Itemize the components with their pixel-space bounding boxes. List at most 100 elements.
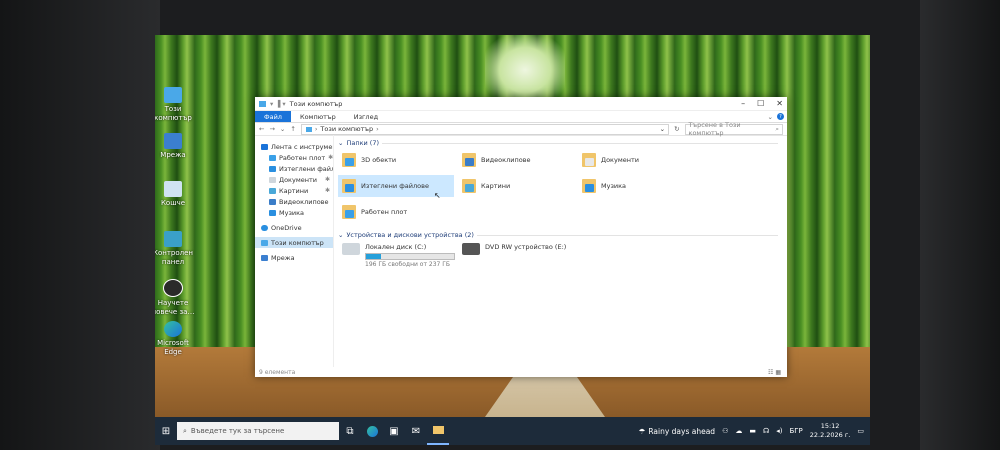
- folder-icon: [342, 153, 356, 167]
- breadcrumb-this-pc[interactable]: Този компютър: [320, 125, 373, 133]
- refresh-icon[interactable]: ↻: [674, 125, 679, 133]
- people-icon[interactable]: ⚇: [722, 427, 728, 435]
- network-icon: [164, 133, 182, 149]
- start-button[interactable]: ⊞: [155, 417, 177, 445]
- nav-item-downloads[interactable]: Изтеглени файлове✱: [255, 163, 333, 174]
- drive-dvd-e[interactable]: DVD RW устройство (E:): [462, 243, 566, 255]
- folder-3d-objects[interactable]: 3D обекти: [338, 149, 454, 171]
- nav-item-pictures[interactable]: Картини ✱: [255, 185, 333, 196]
- folder-music[interactable]: Музика: [578, 175, 694, 197]
- input-language[interactable]: БГР: [789, 427, 802, 435]
- nav-item-quick-access[interactable]: Лента с инструменти: [255, 141, 333, 152]
- taskbar-search-placeholder: Въведете тук за търсене: [190, 427, 285, 435]
- nav-item-label: Изтеглени файлове: [279, 164, 333, 173]
- nav-item-network[interactable]: Мрежа: [255, 252, 333, 263]
- group-title: Папки (7): [346, 139, 379, 147]
- back-arrow-icon[interactable]: ←: [259, 125, 264, 133]
- windows-logo-icon: ⊞: [161, 425, 171, 437]
- forward-arrow-icon[interactable]: →: [269, 125, 274, 133]
- folders-group-header[interactable]: ⌄ Папки (7): [338, 139, 778, 147]
- help-icon[interactable]: ?: [777, 113, 784, 120]
- folder-label: Изтеглени файлове: [361, 182, 429, 190]
- title-bar[interactable]: ▾ ▐ ▾ Този компютър – ☐ ✕: [255, 97, 787, 111]
- chevron-down-icon: ⌄: [338, 231, 344, 239]
- tray-icon[interactable]: ▬: [749, 427, 756, 435]
- clock[interactable]: 15:12 22.2.2026 г.: [810, 422, 851, 440]
- close-button[interactable]: ✕: [776, 99, 783, 108]
- navigation-pane[interactable]: Лента с инструменти Работен плот✱ Изтегл…: [255, 135, 334, 367]
- screen-bezel-left: [0, 0, 160, 450]
- file-explorer-taskbar-icon[interactable]: [427, 417, 449, 445]
- drive-free-space: 196 ГБ свободни от 237 ГБ: [365, 261, 451, 268]
- edge-taskbar-icon[interactable]: [361, 417, 383, 445]
- nav-item-videos[interactable]: Видеоклипове: [255, 196, 333, 207]
- onedrive-tray-icon[interactable]: ☁: [735, 427, 742, 435]
- weather-text: Rainy days ahead: [648, 426, 716, 436]
- taskbar: ⊞ ⌕ Въведете тук за търсене ⧉ ▣ ✉ ☂ Rain…: [155, 417, 870, 445]
- folder-label: Видеоклипове: [481, 156, 531, 164]
- downloads-icon: [345, 184, 354, 192]
- folder-desktop[interactable]: Работен плот: [338, 201, 454, 223]
- nav-item-label: Лента с инструменти: [271, 142, 333, 151]
- quick-access-toolbar-icon[interactable]: ▾ ▐ ▾: [270, 100, 286, 108]
- chevron-down-icon[interactable]: ⌄: [768, 113, 773, 121]
- pictures-icon: [465, 184, 474, 192]
- recent-chevron-icon[interactable]: ⌄: [280, 125, 285, 133]
- pictures-icon: [269, 187, 276, 194]
- maximize-button[interactable]: ☐: [757, 99, 764, 108]
- desktop-icon-label: Microsoft Edge: [157, 339, 189, 356]
- folder-videos[interactable]: Видеоклипове: [458, 149, 574, 171]
- content-pane[interactable]: ⌄ Папки (7) 3D обекти Видеоклипове Докум…: [334, 135, 787, 367]
- task-view-icon[interactable]: ⧉: [339, 417, 361, 445]
- folder-icon: [582, 153, 596, 167]
- breadcrumb-chevron-icon: ›: [314, 125, 318, 133]
- weather-widget[interactable]: ☂ Rainy days ahead: [639, 427, 715, 436]
- rain-cloud-icon: ☂: [638, 426, 646, 436]
- documents-icon: [269, 176, 276, 183]
- nav-item-this-pc[interactable]: Този компютър: [255, 237, 333, 248]
- address-input[interactable]: › Този компютър › ⌄: [300, 123, 670, 135]
- drives-group-header[interactable]: ⌄ Устройства и дискови устройства (2): [338, 231, 778, 239]
- window-title: Този компютър: [289, 99, 343, 108]
- recycle-bin-icon: [164, 181, 182, 197]
- desktop-icon-learn-more[interactable]: Научете повече за…: [155, 279, 197, 317]
- folder-label: Документи: [601, 156, 639, 164]
- desktop-icon-recycle-bin[interactable]: Кошче: [155, 181, 197, 208]
- up-arrow-icon[interactable]: ↑: [290, 125, 295, 133]
- chevron-down-icon: ⌄: [338, 139, 344, 147]
- view-toggle-icons[interactable]: ☷ ▦: [768, 369, 781, 376]
- desktop-icon-edge[interactable]: Microsoft Edge: [155, 321, 197, 357]
- drive-local-c[interactable]: Локален диск (C:) 196 ГБ свободни от 237…: [342, 243, 455, 268]
- nav-item-documents[interactable]: Документи ✱: [255, 174, 333, 185]
- search-input[interactable]: Търсене в Този компютър ⌕: [684, 121, 783, 137]
- tab-view[interactable]: Изглед: [345, 111, 387, 122]
- folder-pictures[interactable]: Картини: [458, 175, 574, 197]
- taskbar-search-input[interactable]: ⌕ Въведете тук за търсене: [177, 422, 339, 440]
- desktop-icon-network[interactable]: Мрежа: [155, 133, 197, 160]
- nav-item-desktop[interactable]: Работен плот ✱: [255, 152, 333, 163]
- network-icon: [261, 254, 268, 261]
- status-item-count: 9 елемента: [259, 369, 296, 376]
- system-tray: ☂ Rainy days ahead ⚇ ☁ ▬ ☊ ◂) БГР 15:12 …: [639, 422, 870, 440]
- nav-item-music[interactable]: Музика: [255, 207, 333, 218]
- tab-file[interactable]: Файл: [255, 111, 291, 122]
- nav-item-label: Видеоклипове: [279, 197, 329, 206]
- minimize-button[interactable]: –: [741, 99, 745, 108]
- network-tray-icon[interactable]: ☊: [763, 427, 769, 435]
- folder-documents[interactable]: Документи: [578, 149, 694, 171]
- documents-icon: [585, 158, 594, 166]
- this-pc-icon: [164, 87, 182, 103]
- file-explorer-window[interactable]: ▾ ▐ ▾ Този компютър – ☐ ✕ Файл Компютър …: [255, 97, 787, 377]
- mail-icon[interactable]: ✉: [405, 417, 427, 445]
- volume-icon[interactable]: ◂): [776, 427, 782, 435]
- desktop-icon-this-pc[interactable]: Този компютър: [155, 87, 197, 123]
- nav-item-onedrive[interactable]: OneDrive: [255, 222, 333, 233]
- 3d-objects-icon: [345, 158, 354, 166]
- tab-computer[interactable]: Компютър: [291, 111, 345, 122]
- desktop-icon-control-panel[interactable]: Контролен панел: [155, 231, 197, 267]
- desktop[interactable]: Този компютър Мрежа Кошче Контролен пане…: [155, 35, 870, 445]
- store-icon[interactable]: ▣: [383, 417, 405, 445]
- notifications-icon[interactable]: ▭: [857, 427, 864, 435]
- dropdown-chevron-icon[interactable]: ⌄: [660, 125, 665, 133]
- group-title: Устройства и дискови устройства (2): [346, 231, 474, 239]
